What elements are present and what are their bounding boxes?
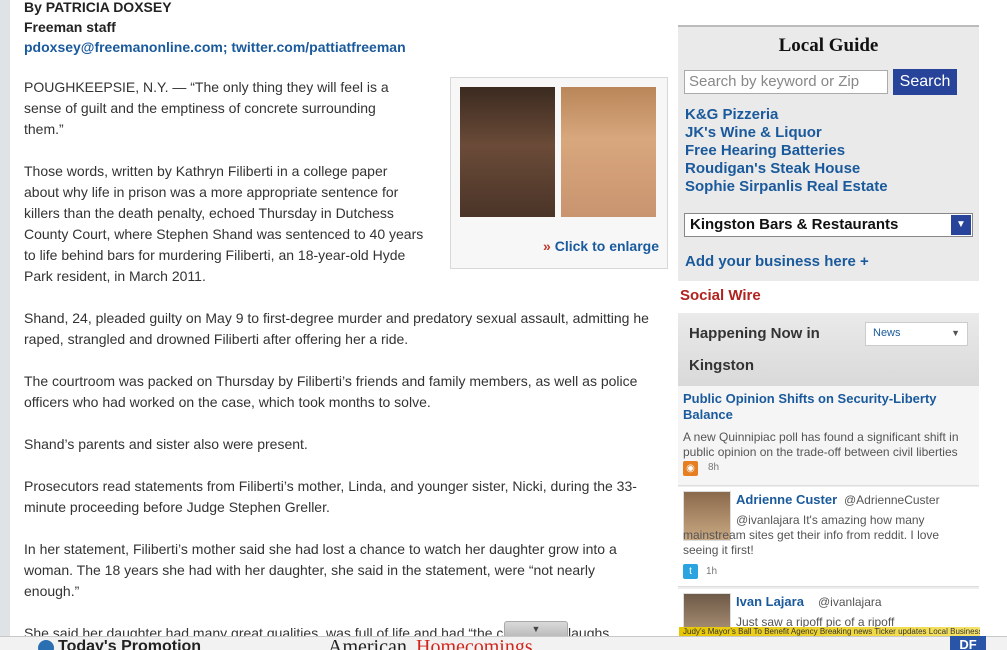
news-description: A new Quinnipiac poll has found a signif… bbox=[683, 430, 959, 459]
tweet-author-name[interactable]: Ivan Lajara bbox=[736, 594, 804, 609]
social-wire-heading: Happening Now in bbox=[689, 325, 820, 342]
news-ticker[interactable]: Judy’s Mayor’s Ball To Benefit Agency Br… bbox=[679, 627, 980, 636]
photo-gallery[interactable]: » Click to enlarge bbox=[450, 77, 668, 269]
expand-toolbar-handle[interactable]: ▼ bbox=[504, 621, 568, 636]
social-filter-dropdown[interactable]: News ▼ bbox=[865, 322, 968, 346]
twitter-icon: t bbox=[683, 564, 698, 579]
enlarge-label: Click to enlarge bbox=[554, 238, 659, 254]
business-link[interactable]: K&G Pizzeria bbox=[685, 106, 778, 123]
tweet-age: 1h bbox=[706, 566, 718, 577]
business-link[interactable]: Sophie Sirpanlis Real Estate bbox=[685, 178, 888, 195]
feed-item-news[interactable]: Public Opinion Shifts on Security-Libert… bbox=[678, 386, 979, 486]
category-select-value: Kingston Bars & Restaurants bbox=[690, 216, 899, 233]
author-role: Freeman staff bbox=[24, 19, 116, 35]
social-wire-title: Social Wire bbox=[680, 287, 761, 304]
mugshot-photo[interactable] bbox=[460, 87, 555, 217]
social-wire-feed: Happening Now in Kingston News ▼ Public … bbox=[678, 313, 979, 650]
local-guide: Local Guide Search by keyword or Zip Sea… bbox=[678, 25, 979, 281]
chevron-down-icon: ▼ bbox=[951, 215, 971, 235]
article-paragraph: Shand’s parents and sister also were pre… bbox=[24, 436, 308, 452]
homecomings-logo-part2[interactable]: Homecomings bbox=[416, 637, 533, 650]
page: By PATRICIA DOXSEY Freeman staff pdoxsey… bbox=[10, 0, 1007, 650]
chevron-down-icon: ▼ bbox=[951, 328, 960, 338]
todays-promotion-link[interactable]: Today's Promotion bbox=[58, 638, 201, 650]
tweet-author-handle[interactable]: @ivanlajara bbox=[818, 595, 882, 609]
article-paragraph: Shand, 24, pleaded guilty on May 9 to fi… bbox=[24, 310, 649, 347]
rss-icon: ◉ bbox=[683, 461, 698, 476]
news-headline[interactable]: Public Opinion Shifts on Security-Libert… bbox=[683, 391, 968, 423]
bottom-promo-bar: Today's Promotion American Homecomings bbox=[0, 636, 1007, 650]
homecomings-logo-part1[interactable]: American bbox=[328, 637, 407, 650]
tweet-text: @ivanlajara It's amazing how many mainst… bbox=[683, 513, 940, 557]
social-wire-location: Kingston bbox=[689, 357, 754, 374]
social-filter-value: News bbox=[873, 327, 901, 339]
author-contact-link[interactable]: pdoxsey@freemanonline.com; twitter.com/p… bbox=[24, 37, 406, 57]
tweet-author-handle[interactable]: @AdrienneCuster bbox=[844, 493, 940, 507]
business-link[interactable]: Free Hearing Batteries bbox=[685, 142, 845, 159]
feed-item-tweet[interactable]: Adrienne Custer @AdrienneCuster @ivanlaj… bbox=[678, 487, 979, 587]
article-paragraph: Prosecutors read statements from Filiber… bbox=[24, 478, 637, 515]
promotion-icon bbox=[38, 640, 54, 650]
click-to-enlarge-link[interactable]: » Click to enlarge bbox=[543, 236, 659, 257]
business-link[interactable]: JK's Wine & Liquor bbox=[685, 124, 822, 141]
victim-photo[interactable] bbox=[561, 87, 656, 217]
byline: By PATRICIA DOXSEY Freeman staff pdoxsey… bbox=[24, 0, 406, 57]
local-guide-title: Local Guide bbox=[778, 35, 879, 56]
chevron-down-icon: ▼ bbox=[531, 624, 541, 634]
news-age: 8h bbox=[708, 462, 720, 473]
author-name: By PATRICIA DOXSEY bbox=[24, 0, 172, 15]
category-select[interactable]: Kingston Bars & Restaurants ▼ bbox=[684, 213, 973, 237]
article-paragraph: Those words, written by Kathryn Filibert… bbox=[24, 163, 424, 284]
business-link[interactable]: Roudigan's Steak House bbox=[685, 160, 860, 177]
article-paragraph: The courtroom was packed on Thursday by … bbox=[24, 373, 638, 410]
social-wire-header: Happening Now in Kingston News ▼ bbox=[678, 313, 979, 386]
chevron-right-icon: » bbox=[542, 238, 551, 254]
article-paragraph: In her statement, Filiberti’s mother sai… bbox=[24, 541, 617, 599]
guide-search-button[interactable]: Search bbox=[893, 69, 957, 95]
tweet-author-name[interactable]: Adrienne Custer bbox=[736, 492, 837, 507]
guide-search-input[interactable]: Search by keyword or Zip bbox=[684, 70, 888, 94]
add-business-link[interactable]: Add your business here + bbox=[685, 253, 869, 270]
article-paragraph: POUGHKEEPSIE, N.Y. — “The only thing the… bbox=[24, 79, 389, 137]
df-badge[interactable]: DF bbox=[950, 636, 986, 650]
